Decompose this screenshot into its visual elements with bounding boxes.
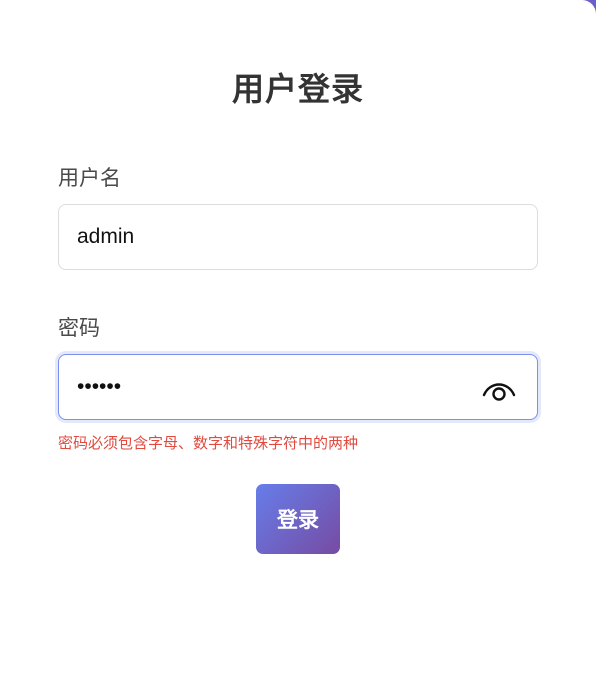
password-error-message: 密码必须包含字母、数字和特殊字符中的两种: [58, 434, 359, 452]
password-field-container: [58, 354, 538, 420]
username-field-container: [58, 204, 538, 270]
page-title: 用户登录: [231, 70, 364, 108]
eye-icon[interactable]: [481, 373, 517, 403]
login-button[interactable]: 登录: [256, 484, 340, 554]
login-card: 用户登录 用户名 密码 密码必须包含字母、数字和特殊字符中的两种 登录: [0, 0, 596, 699]
username-label: 用户名: [58, 166, 121, 190]
username-input[interactable]: [77, 205, 477, 269]
password-input[interactable]: [77, 355, 477, 419]
password-label: 密码: [58, 316, 100, 340]
